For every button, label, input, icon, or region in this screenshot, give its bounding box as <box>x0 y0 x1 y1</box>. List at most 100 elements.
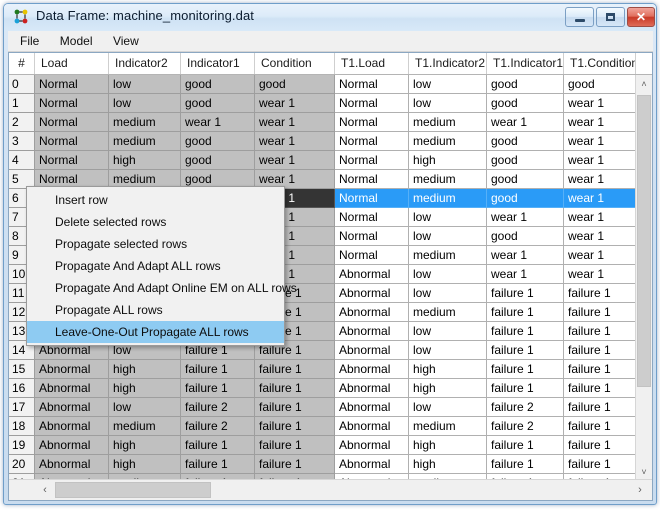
table-cell[interactable]: good <box>487 94 564 113</box>
table-cell[interactable]: wear 1 <box>487 113 564 132</box>
table-cell[interactable]: low <box>409 227 487 246</box>
menu-model[interactable]: Model <box>52 31 101 50</box>
table-cell[interactable]: medium <box>409 189 487 208</box>
table-cell[interactable]: good <box>181 151 255 170</box>
table-row[interactable]: 4 Normal high good wear 1 Normal high good wear … <box>9 151 652 170</box>
table-cell[interactable]: high <box>409 360 487 379</box>
table-cell[interactable]: wear 1 <box>564 246 636 265</box>
table-cell[interactable]: wear 1 <box>255 132 335 151</box>
table-cell[interactable]: Normal <box>35 94 109 113</box>
maximize-button[interactable] <box>596 7 625 27</box>
table-cell[interactable]: Abnormal <box>335 341 409 360</box>
table-cell[interactable]: good <box>487 227 564 246</box>
table-cell[interactable]: failure 2 <box>181 417 255 436</box>
table-cell[interactable]: failure 1 <box>564 417 636 436</box>
row-context-menu[interactable]: Insert row Delete selected rows Propagate … <box>26 186 297 346</box>
table-cell[interactable]: low <box>109 398 181 417</box>
table-cell[interactable]: Normal <box>35 151 109 170</box>
row-index-cell[interactable]: 0 <box>9 75 35 94</box>
table-cell[interactable]: failure 1 <box>564 360 636 379</box>
table-cell[interactable]: high <box>109 379 181 398</box>
table-cell[interactable]: failure 1 <box>564 455 636 474</box>
table-cell[interactable]: Normal <box>335 132 409 151</box>
table-cell[interactable]: Abnormal <box>335 455 409 474</box>
column-header[interactable]: T1.Condition <box>564 53 636 74</box>
context-menu-item[interactable]: Delete selected rows <box>27 211 284 233</box>
table-cell[interactable]: low <box>109 75 181 94</box>
table-cell[interactable]: high <box>109 360 181 379</box>
table-cell[interactable]: low <box>409 398 487 417</box>
table-cell[interactable]: good <box>487 170 564 189</box>
table-cell[interactable]: failure 1 <box>487 341 564 360</box>
table-cell[interactable]: Normal <box>335 189 409 208</box>
table-cell[interactable]: failure 1 <box>487 303 564 322</box>
table-cell[interactable]: good <box>181 94 255 113</box>
table-cell[interactable]: failure 1 <box>181 379 255 398</box>
table-cell[interactable]: good <box>181 132 255 151</box>
table-cell[interactable]: failure 1 <box>181 360 255 379</box>
table-cell[interactable]: failure 1 <box>487 284 564 303</box>
table-cell[interactable]: Normal <box>335 113 409 132</box>
vertical-scrollbar-thumb[interactable] <box>637 95 651 387</box>
table-cell[interactable]: good <box>487 132 564 151</box>
row-index-cell[interactable]: 15 <box>9 360 35 379</box>
row-index-cell[interactable]: 17 <box>9 398 35 417</box>
table-cell[interactable]: failure 1 <box>564 398 636 417</box>
scroll-up-arrow-icon[interactable]: ˄ <box>636 75 652 92</box>
row-index-cell[interactable]: 18 <box>9 417 35 436</box>
context-menu-item[interactable]: Leave-One-Out Propagate ALL rows <box>27 321 284 343</box>
table-row[interactable]: 2 Normal medium wear 1 wear 1 Normal medium wea… <box>9 113 652 132</box>
column-header[interactable]: T1.Indicator2 <box>409 53 487 74</box>
table-cell[interactable]: Normal <box>335 170 409 189</box>
table-cell[interactable]: good <box>564 75 636 94</box>
table-cell[interactable]: wear 1 <box>564 132 636 151</box>
table-cell[interactable]: failure 1 <box>487 322 564 341</box>
table-cell[interactable]: low <box>109 94 181 113</box>
context-menu-item[interactable]: Propagate And Adapt Online EM on ALL row… <box>27 277 297 299</box>
column-header[interactable]: Indicator1 <box>181 53 255 74</box>
column-header[interactable]: Condition <box>255 53 335 74</box>
table-cell[interactable]: Abnormal <box>35 360 109 379</box>
table-cell[interactable]: good <box>487 75 564 94</box>
table-cell[interactable]: failure 1 <box>487 436 564 455</box>
table-cell[interactable]: wear 1 <box>487 265 564 284</box>
table-cell[interactable]: low <box>409 322 487 341</box>
table-cell[interactable]: Abnormal <box>335 398 409 417</box>
table-cell[interactable]: failure 1 <box>564 341 636 360</box>
table-cell[interactable]: wear 1 <box>564 151 636 170</box>
table-cell[interactable]: medium <box>109 132 181 151</box>
table-cell[interactable]: Abnormal <box>335 322 409 341</box>
table-cell[interactable]: high <box>109 151 181 170</box>
table-cell[interactable]: Normal <box>335 246 409 265</box>
table-row[interactable]: 15 Abnormal high failure 1 failure 1 Abnormal… <box>9 360 652 379</box>
row-index-cell[interactable]: 3 <box>9 132 35 151</box>
context-menu-item[interactable]: Propagate ALL rows <box>27 299 284 321</box>
table-cell[interactable]: Abnormal <box>35 455 109 474</box>
table-cell[interactable]: wear 1 <box>487 208 564 227</box>
table-cell[interactable]: Normal <box>335 208 409 227</box>
table-cell[interactable]: good <box>255 75 335 94</box>
table-cell[interactable]: wear 1 <box>255 94 335 113</box>
table-cell[interactable]: Abnormal <box>335 284 409 303</box>
column-header[interactable]: Load <box>35 53 109 74</box>
row-index-cell[interactable]: 19 <box>9 436 35 455</box>
table-cell[interactable]: medium <box>109 113 181 132</box>
minimize-button[interactable] <box>565 7 594 27</box>
table-cell[interactable]: failure 1 <box>487 360 564 379</box>
table-cell[interactable]: failure 1 <box>564 436 636 455</box>
table-cell[interactable]: low <box>409 94 487 113</box>
table-cell[interactable]: failure 1 <box>255 379 335 398</box>
table-cell[interactable]: Abnormal <box>335 436 409 455</box>
table-cell[interactable]: failure 1 <box>564 284 636 303</box>
menu-view[interactable]: View <box>105 31 147 50</box>
table-cell[interactable]: low <box>409 208 487 227</box>
close-button[interactable]: ✕ <box>627 7 655 27</box>
table-cell[interactable]: failure 1 <box>255 360 335 379</box>
table-row[interactable]: 16 Abnormal high failure 1 failure 1 Abnormal… <box>9 379 652 398</box>
table-cell[interactable]: Abnormal <box>335 417 409 436</box>
row-index-cell[interactable]: 2 <box>9 113 35 132</box>
table-cell[interactable]: Abnormal <box>335 265 409 284</box>
table-cell[interactable]: Normal <box>335 151 409 170</box>
table-cell[interactable]: failure 1 <box>255 398 335 417</box>
table-cell[interactable]: good <box>487 151 564 170</box>
